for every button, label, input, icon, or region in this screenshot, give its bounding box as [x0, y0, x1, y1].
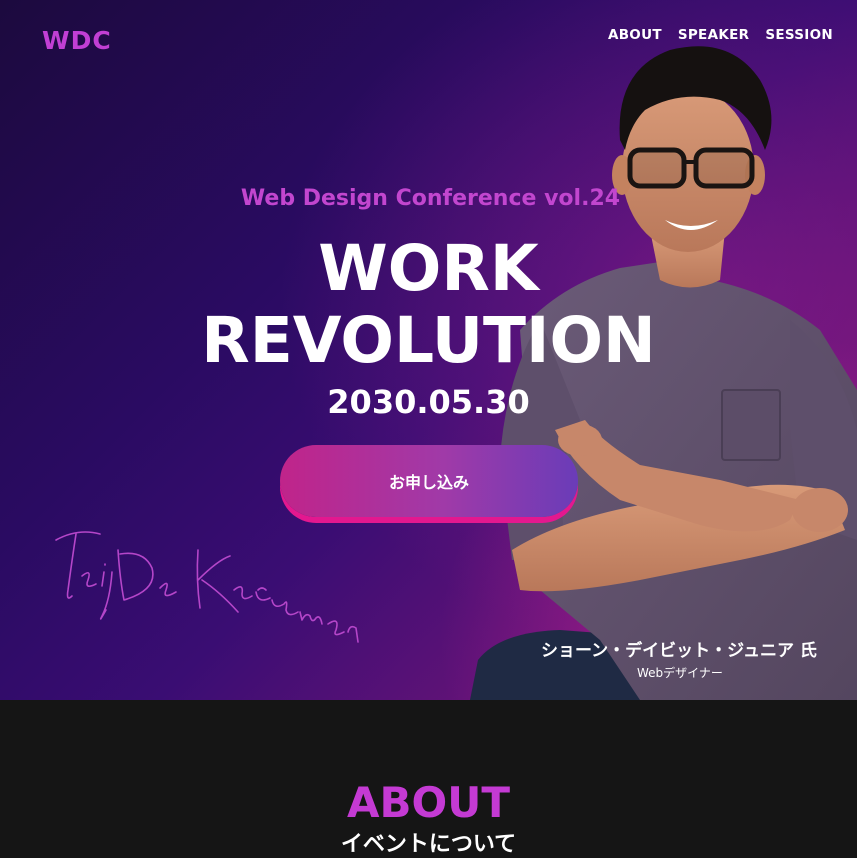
event-title: WORK REVOLUTION: [0, 233, 857, 377]
event-subtitle: Web Design Conference vol.24: [240, 186, 621, 211]
apply-button-label: お申し込み: [388, 473, 469, 492]
about-subtitle: イベントについて: [340, 832, 517, 857]
main-nav: ABOUT SPEAKER SESSION: [608, 27, 833, 43]
event-date: 2030.05.30: [327, 383, 530, 421]
about-title: ABOUT: [347, 778, 510, 827]
site-logo[interactable]: WDC: [42, 26, 112, 55]
speaker-role: Webデザイナー: [637, 666, 723, 680]
hero-section: WDC ABOUT SPEAKER SESSION Web Design Con…: [0, 0, 857, 700]
event-title-line2: REVOLUTION: [201, 304, 656, 377]
signature-image: [55, 531, 359, 643]
event-title-line1: WORK: [318, 232, 539, 305]
nav-item-speaker[interactable]: SPEAKER: [678, 27, 749, 43]
apply-button[interactable]: お申し込み: [280, 445, 578, 517]
speaker-name: ショーン・デイビット・ジュニア 氏: [541, 641, 817, 661]
nav-item-about[interactable]: ABOUT: [608, 27, 662, 43]
nav-item-session[interactable]: SESSION: [765, 27, 833, 43]
